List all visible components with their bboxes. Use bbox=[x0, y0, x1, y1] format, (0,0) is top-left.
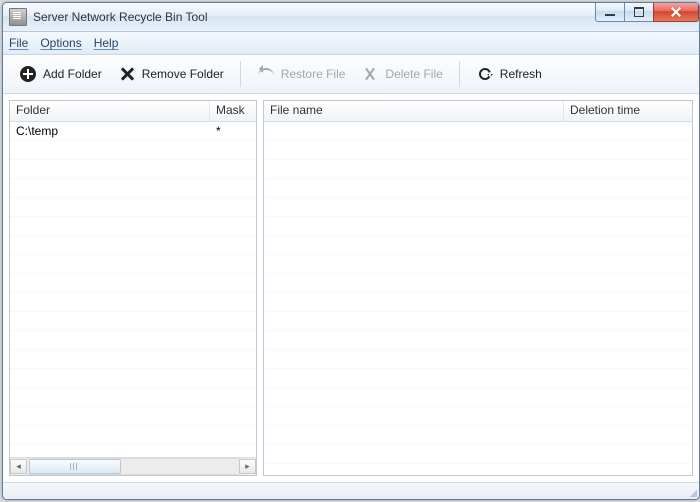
delete-file-button[interactable]: Delete File bbox=[353, 61, 450, 87]
files-rows[interactable] bbox=[264, 122, 692, 475]
folders-rows[interactable]: C:\temp * bbox=[10, 122, 256, 457]
maximize-button[interactable] bbox=[624, 3, 654, 22]
maximize-icon bbox=[634, 7, 644, 17]
toolbar-separator bbox=[459, 61, 460, 87]
table-row[interactable]: C:\temp * bbox=[10, 122, 256, 140]
titlebar[interactable]: Server Network Recycle Bin Tool bbox=[3, 3, 699, 32]
close-button[interactable] bbox=[653, 3, 699, 22]
folders-horizontal-scrollbar[interactable]: ◂ ▸ bbox=[10, 457, 256, 475]
app-window: Server Network Recycle Bin Tool File Opt… bbox=[2, 2, 700, 500]
toolbar-separator bbox=[240, 61, 241, 87]
undo-icon bbox=[257, 65, 275, 83]
refresh-label: Refresh bbox=[500, 67, 542, 81]
toolbar: Add Folder Remove Folder Restore File De… bbox=[3, 55, 699, 94]
window-title: Server Network Recycle Bin Tool bbox=[33, 10, 208, 24]
statusbar bbox=[3, 482, 699, 499]
files-pane: File name Deletion time bbox=[263, 100, 693, 476]
files-column-headers: File name Deletion time bbox=[264, 101, 692, 122]
menu-options[interactable]: Options bbox=[40, 36, 81, 50]
remove-folder-button[interactable]: Remove Folder bbox=[110, 61, 232, 87]
remove-folder-label: Remove Folder bbox=[142, 67, 224, 81]
resize-grip[interactable] bbox=[685, 485, 697, 497]
column-header-deletion-time[interactable]: Deletion time bbox=[564, 101, 692, 121]
close-icon bbox=[671, 7, 681, 17]
app-icon bbox=[9, 8, 27, 26]
restore-file-label: Restore File bbox=[281, 67, 346, 81]
column-header-file-name[interactable]: File name bbox=[264, 101, 564, 121]
cell-folder: C:\temp bbox=[10, 124, 210, 138]
delete-file-label: Delete File bbox=[385, 67, 442, 81]
menubar: File Options Help bbox=[3, 32, 699, 55]
window-controls bbox=[596, 3, 699, 22]
column-header-mask[interactable]: Mask bbox=[210, 101, 256, 121]
add-folder-label: Add Folder bbox=[43, 67, 102, 81]
restore-file-button[interactable]: Restore File bbox=[249, 61, 354, 87]
content-area: Folder Mask C:\temp * ◂ ▸ File name Dele bbox=[3, 94, 699, 482]
scroll-track[interactable] bbox=[27, 458, 239, 475]
x-icon bbox=[118, 65, 136, 83]
folders-pane: Folder Mask C:\temp * ◂ ▸ bbox=[9, 100, 257, 476]
scroll-right-arrow-icon[interactable]: ▸ bbox=[239, 459, 256, 474]
plus-circle-icon bbox=[19, 65, 37, 83]
add-folder-button[interactable]: Add Folder bbox=[11, 61, 110, 87]
minimize-icon bbox=[605, 14, 615, 16]
minimize-button[interactable] bbox=[595, 3, 625, 22]
menu-file[interactable]: File bbox=[9, 36, 28, 50]
scroll-thumb[interactable] bbox=[29, 459, 121, 474]
scroll-left-arrow-icon[interactable]: ◂ bbox=[10, 459, 27, 474]
menu-help[interactable]: Help bbox=[94, 36, 119, 50]
folders-column-headers: Folder Mask bbox=[10, 101, 256, 122]
refresh-button[interactable]: Refresh bbox=[468, 61, 550, 87]
scissors-icon bbox=[361, 65, 379, 83]
refresh-icon bbox=[476, 65, 494, 83]
cell-mask: * bbox=[210, 124, 256, 138]
column-header-folder[interactable]: Folder bbox=[10, 101, 210, 121]
